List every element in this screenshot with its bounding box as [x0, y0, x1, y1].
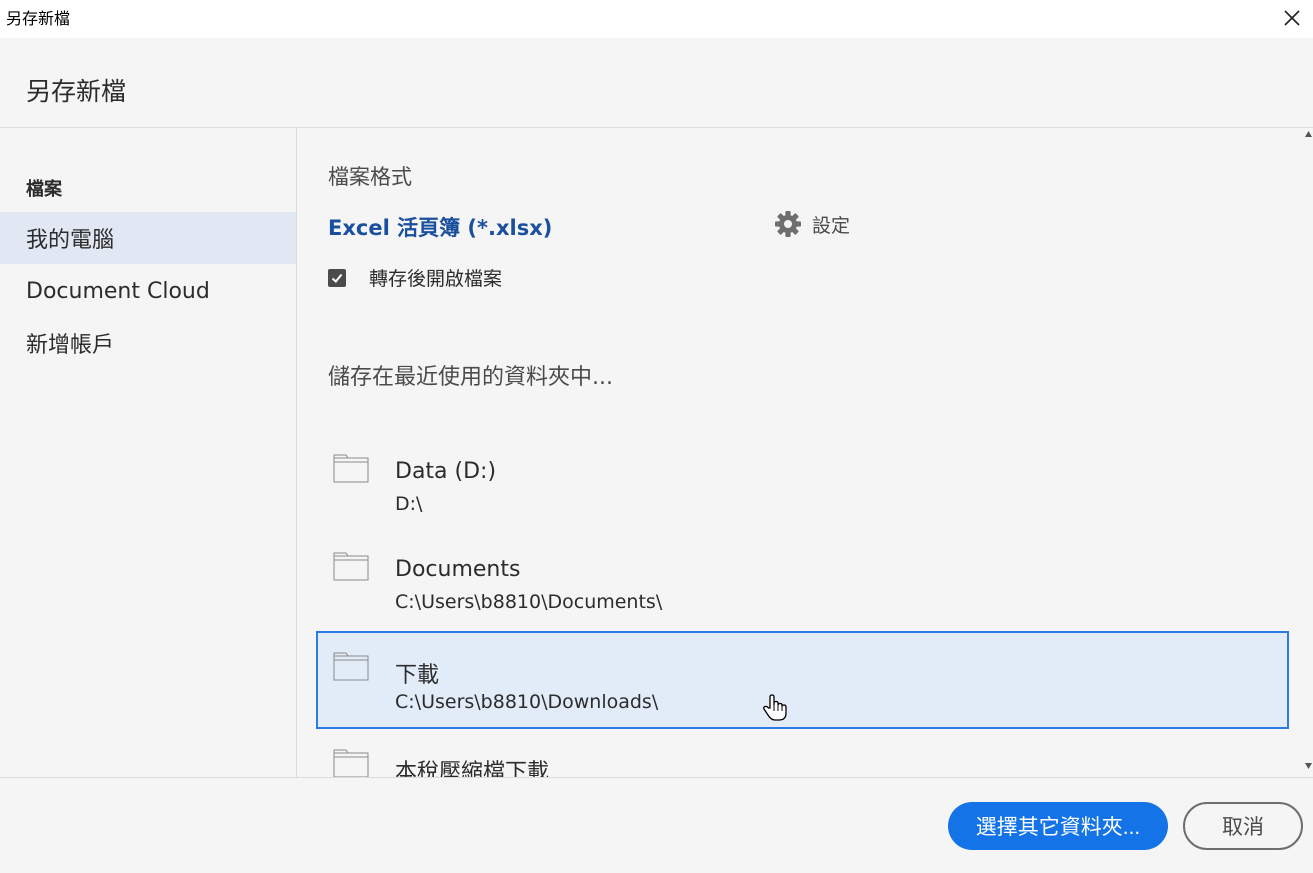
folder-name: Data (D:) [395, 459, 497, 484]
window-title: 另存新檔 [6, 9, 71, 28]
folder-name: 下載 [395, 663, 440, 688]
title-bar: 另存新檔 [0, 0, 1313, 38]
sidebar-item-my-computer[interactable]: 我的電腦 [0, 212, 296, 264]
recent-folder-data-d[interactable]: Data (D:) D:\ [316, 433, 1289, 531]
folder-name: Documents [395, 557, 521, 582]
settings-label: 設定 [812, 214, 851, 237]
folder-name: 本稅壓縮檔下載 [395, 760, 550, 777]
recent-folder-documents[interactable]: Documents C:\Users\b8810\Documents\ [316, 531, 1289, 629]
dialog-title: 另存新檔 [26, 77, 127, 106]
checkmark-icon [331, 273, 343, 283]
folder-icon [333, 652, 369, 681]
choose-other-folder-button[interactable]: 選擇其它資料夾... [948, 802, 1168, 850]
close-icon [1284, 10, 1300, 26]
folder-path: C:\Users\b8810\Documents\ [395, 591, 663, 613]
sidebar-item-label: Document Cloud [26, 278, 210, 304]
sidebar-section-label: 檔案 [26, 179, 62, 200]
cancel-button[interactable]: 取消 [1183, 802, 1303, 850]
scroll-down-arrow-icon[interactable] [1305, 763, 1312, 769]
open-after-save-row: 轉存後開啟檔案 [328, 264, 502, 291]
sidebar-item-add-account[interactable]: 新增帳戶 [0, 317, 296, 369]
folder-icon [333, 454, 369, 483]
sidebar-item-label: 我的電腦 [26, 228, 115, 253]
folder-path: C:\Users\b8810\Downloads\ [395, 691, 659, 713]
dialog-footer: 選擇其它資料夾... 取消 [0, 777, 1313, 873]
recent-folder-tax-zip-download[interactable]: 本稅壓縮檔下載 [316, 728, 1289, 777]
file-format-selector[interactable]: Excel 活頁簿 (*.xlsx) [328, 212, 552, 242]
folder-icon [333, 552, 369, 581]
sidebar-item-label: 新增帳戶 [26, 333, 115, 358]
vertical-scrollbar[interactable] [1305, 128, 1313, 777]
file-format-label: 檔案格式 [328, 165, 412, 189]
folder-path: D:\ [395, 493, 423, 515]
dialog-header: 另存新檔 [0, 38, 1313, 128]
close-button[interactable] [1277, 3, 1307, 33]
open-after-save-label: 轉存後開啟檔案 [369, 268, 503, 290]
main-panel: 檔案格式 Excel 活頁簿 (*.xlsx) 設定 轉存後開啟檔案 儲存在最近… [297, 128, 1313, 777]
gear-icon [775, 211, 801, 237]
scroll-up-arrow-icon[interactable] [1305, 131, 1312, 137]
hand-cursor-icon [763, 694, 787, 721]
open-after-save-checkbox[interactable] [328, 268, 346, 287]
folder-icon [333, 749, 369, 777]
settings-button[interactable]: 設定 [774, 210, 850, 238]
sidebar: 檔案 我的電腦 Document Cloud 新增帳戶 [0, 128, 297, 777]
recent-folders-label: 儲存在最近使用的資料夾中... [328, 365, 613, 390]
recent-folder-downloads[interactable]: 下載 C:\Users\b8810\Downloads\ [316, 631, 1289, 729]
sidebar-item-document-cloud[interactable]: Document Cloud [0, 265, 296, 317]
